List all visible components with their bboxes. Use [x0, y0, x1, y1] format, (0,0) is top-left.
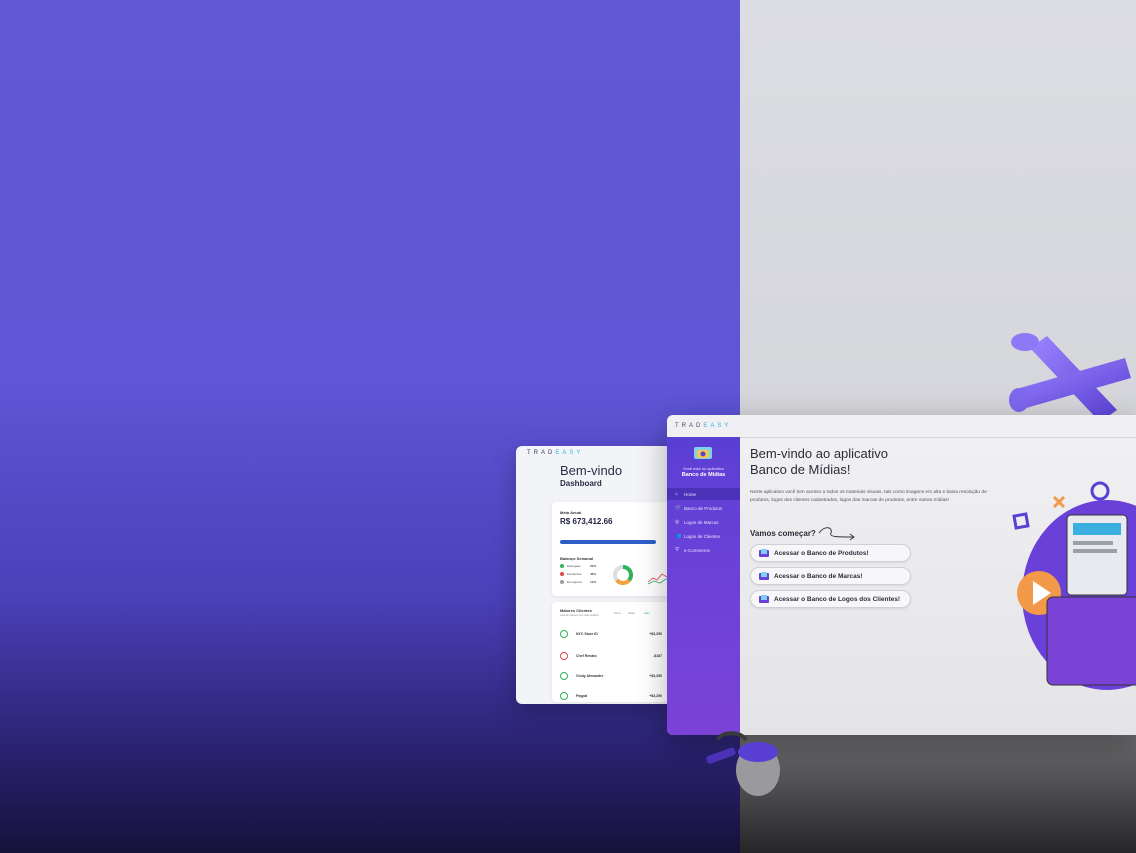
balance-legend-item: Entregues 20%	[560, 564, 596, 569]
home-icon: ⌂	[675, 491, 679, 497]
column-header: Valor	[644, 612, 650, 615]
table-row[interactable]: Cindy Alexandre +$3,250	[560, 672, 668, 682]
weekly-balance-label: Balanço Semanal	[560, 556, 594, 561]
users-icon: 👥	[675, 533, 682, 539]
curved-arrow-icon	[818, 527, 855, 541]
client-avatar-icon	[560, 672, 568, 680]
sidebar-item-label: Logos de Clientes	[684, 533, 721, 539]
get-started-heading: Vamos começar?	[750, 529, 816, 538]
folder-icon	[759, 549, 769, 557]
top-clients-title: Maiores Clientes	[560, 608, 592, 613]
annual-goal-value: R$ 673,412.66	[560, 517, 613, 526]
network-icon: ⛛	[675, 547, 680, 553]
media-bank-logo-icon	[694, 447, 712, 459]
sidebar-item-label: e-Commerce	[684, 547, 711, 553]
paint-bucket-decoration-icon	[706, 731, 780, 796]
client-avatar-icon	[560, 652, 568, 660]
balance-legend-item: Pendentes 46%	[560, 572, 596, 577]
app-topbar: TRADEASY	[667, 415, 1136, 438]
page-description: Neste aplicativo você tem acesso a todos…	[750, 490, 987, 503]
sidebar-item-label: Logos de Marcas	[684, 519, 719, 525]
sidebar: Você está no aplicativo Banco de Mídias …	[667, 437, 740, 735]
page-title: Bem-vindo ao aplicativo Banco de Mídias!	[750, 446, 889, 477]
sidebar-item-label: Banco de Produtos	[684, 505, 723, 511]
sidebar-item-label: Home	[684, 491, 697, 497]
media-bank-app-window: TRADEASY Você está no aplicativo Banco d…	[667, 415, 1136, 735]
access-product-bank-button[interactable]: Acessar o Banco de Produtos!	[750, 544, 911, 562]
access-client-logos-button[interactable]: Acessar o Banco de Logos dos Clientes!	[750, 590, 911, 608]
legend-dot	[560, 572, 564, 577]
dashboard-welcome: Bem-vindo	[560, 463, 623, 478]
balance-legend-item: Em espera 12%	[560, 580, 596, 585]
media-illustration-icon	[1012, 481, 1136, 690]
sidebar-welcome-text: Você está no aplicativo	[683, 466, 724, 471]
client-avatar-icon	[560, 692, 568, 700]
dashboard-preview: TRADEASY Bem-vindo Dashboard Meta Anual …	[516, 446, 676, 704]
column-header: Status	[628, 612, 636, 615]
table-row[interactable]: Paypal +$3,250	[560, 692, 668, 702]
top-clients-card: Maiores Clientes Lista de clientes com m…	[552, 602, 674, 702]
sidebar-item-product-bank[interactable]: 🛒 Banco de Produtos	[667, 502, 740, 514]
folder-icon	[759, 572, 769, 580]
annual-goal-progress	[560, 540, 656, 544]
badge-icon: ◎	[675, 519, 680, 525]
folder-icon	[759, 595, 769, 603]
dashboard-title: Dashboard	[560, 479, 602, 488]
legend-dot	[560, 564, 564, 569]
table-row[interactable]: Chef Renato -$187	[560, 652, 668, 662]
dashboard-brand-logo: TRADEASY	[527, 450, 584, 456]
annual-goal-label: Meta Anual	[560, 510, 582, 515]
column-header: Nome	[614, 612, 621, 615]
client-avatar-icon	[560, 630, 568, 638]
top-clients-subtitle: Lista de clientes com mais pedidos	[560, 614, 599, 617]
background-left	[0, 0, 740, 853]
app-brand-logo: TRADEASY	[675, 423, 732, 429]
access-brand-bank-button[interactable]: Acessar o Banco de Marcas!	[750, 567, 911, 585]
cart-icon: 🛒	[675, 505, 682, 511]
sidebar-item-client-logos[interactable]: 👥 Logos de Clientes	[667, 530, 740, 542]
sidebar-item-home[interactable]: ⌂ Home	[667, 488, 740, 500]
sidebar-app-name: Banco de Mídias	[681, 472, 726, 478]
sidebar-item-brand-logos[interactable]: ◎ Logos de Marcas	[667, 516, 740, 528]
sidebar-item-ecommerce[interactable]: ⛛ e-Commerce	[667, 544, 740, 556]
legend-dot	[560, 580, 564, 585]
table-row[interactable]: NYC Store ID +$3,250	[560, 630, 668, 640]
balance-donut-chart	[613, 565, 633, 585]
annual-goal-card: Meta Anual R$ 673,412.66 Balanço Semanal…	[552, 502, 674, 596]
